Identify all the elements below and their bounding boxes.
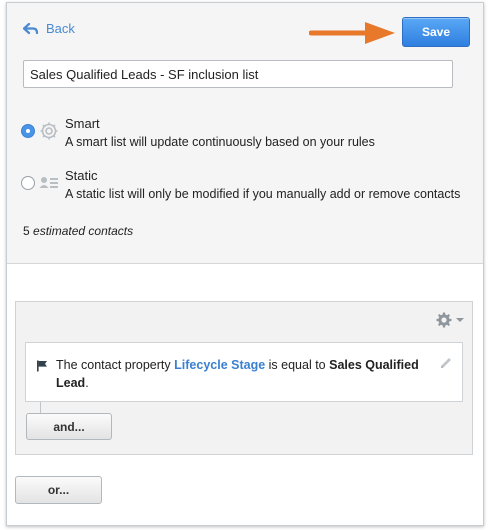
list-settings-panel: Back Save Smart A smart list will update… [7,3,483,264]
back-label: Back [46,21,75,36]
list-type-smart-option[interactable]: Smart A smart list will update continuou… [21,115,375,151]
condition-property-link[interactable]: Lifecycle Stage [174,358,265,372]
and-button[interactable]: and... [26,413,112,440]
static-radio[interactable] [21,176,35,190]
filter-options-menu[interactable] [436,312,465,328]
estimated-count: 5 [23,224,30,238]
pencil-icon[interactable] [439,356,453,370]
condition-suffix: . [85,376,89,390]
gear-icon [436,312,452,328]
save-button[interactable]: Save [402,17,470,47]
condition-text: The contact property Lifecycle Stage is … [56,356,436,392]
condition-operator: is equal to [268,358,326,372]
annotation-arrow-icon [309,22,395,44]
smart-description: A smart list will update continuously ba… [65,135,375,149]
contact-card-icon [39,177,58,188]
list-name-input[interactable] [23,60,453,88]
estimated-label: estimated contacts [33,224,134,238]
smart-radio[interactable] [21,124,35,138]
list-editor-window: Back Save Smart A smart list will update… [6,2,484,526]
smart-title: Smart [65,116,100,131]
static-title: Static [65,168,98,183]
filter-condition: The contact property Lifecycle Stage is … [25,342,463,402]
chevron-down-icon [456,318,464,322]
back-arrow-icon [23,22,39,34]
gear-icon [40,122,58,140]
filter-group: The contact property Lifecycle Stage is … [15,301,473,455]
flag-icon [37,360,47,372]
or-button[interactable]: or... [15,476,102,504]
back-link[interactable]: Back [23,21,75,36]
estimated-contacts: 5 estimated contacts [23,224,133,238]
static-description: A static list will only be modified if y… [65,187,461,201]
condition-prefix: The contact property [56,358,171,372]
list-type-static-option[interactable]: Static A static list will only be modifi… [21,167,460,203]
